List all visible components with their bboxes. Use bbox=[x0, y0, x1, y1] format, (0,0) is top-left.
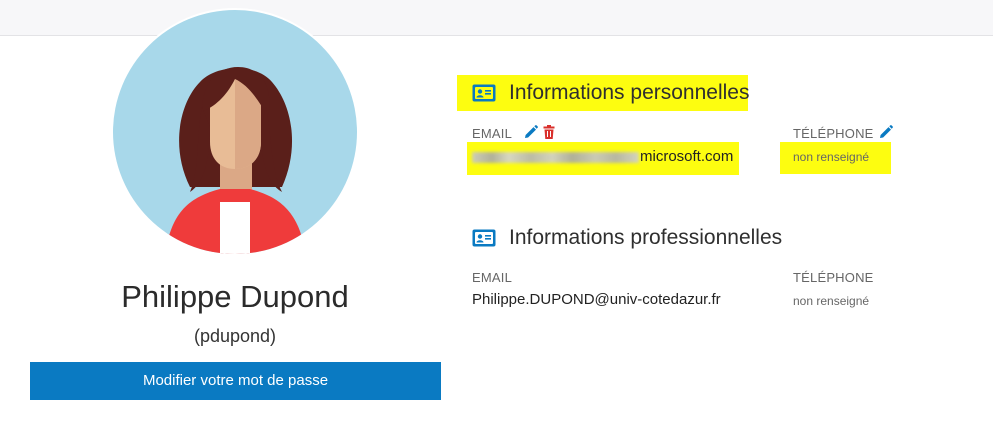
personal-section-title-text: Informations personnelles bbox=[509, 81, 750, 104]
professional-section-title: Informations professionnelles bbox=[472, 225, 782, 251]
id-card-icon bbox=[472, 84, 496, 102]
personal-email-value: microsoft.com bbox=[472, 148, 733, 165]
id-card-icon bbox=[472, 229, 496, 247]
professional-phone-value: non renseigné bbox=[793, 294, 870, 308]
edit-phone-pencil-icon[interactable] bbox=[879, 125, 893, 139]
personal-email-label: EMAIL bbox=[472, 126, 513, 141]
redacted-email-prefix bbox=[472, 151, 639, 163]
delete-email-trash-icon[interactable] bbox=[542, 125, 556, 139]
personal-section-title: Informations personnelles bbox=[472, 80, 749, 106]
professional-phone-label: TÉLÉPHONE bbox=[793, 270, 874, 285]
professional-email-value: Philippe.DUPOND@univ-cotedazur.fr bbox=[472, 291, 721, 308]
user-full-name: Philippe Dupond bbox=[121, 279, 349, 314]
professional-email-label: EMAIL bbox=[472, 270, 513, 285]
edit-email-pencil-icon[interactable] bbox=[524, 125, 538, 139]
user-login: (pdupond) bbox=[193, 326, 277, 346]
change-password-button[interactable]: Modifier votre mot de passe bbox=[30, 362, 441, 400]
personal-phone-label: TÉLÉPHONE bbox=[793, 126, 874, 141]
professional-section-title-text: Informations professionnelles bbox=[509, 226, 783, 249]
avatar bbox=[111, 8, 359, 256]
personal-phone-value: non renseigné bbox=[793, 150, 870, 164]
personal-email-domain: microsoft.com bbox=[640, 148, 734, 165]
